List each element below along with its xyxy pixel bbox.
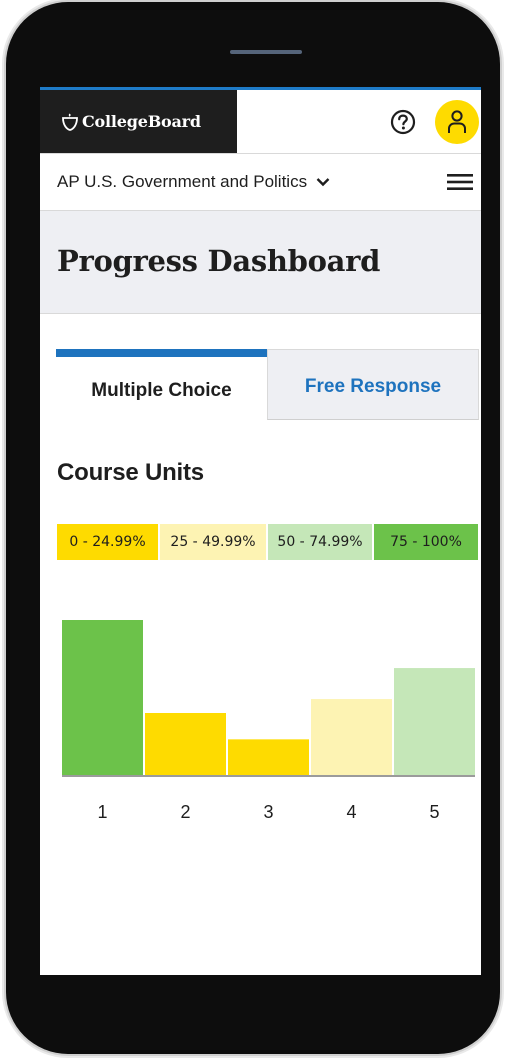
- legend-item-0-25: 0 - 24.99%: [57, 524, 158, 560]
- app-header: CollegeBoard: [40, 87, 481, 153]
- course-units-chart: 1 2 3 4 5: [62, 620, 475, 822]
- legend-item-50-75: 50 - 74.99%: [268, 524, 372, 560]
- brand-name: CollegeBoard: [82, 112, 201, 131]
- x-tick-label-5: 5: [429, 802, 439, 822]
- x-tick-label-2: 2: [180, 802, 190, 822]
- score-legend: 0 - 24.99% 25 - 49.99% 50 - 74.99% 75 - …: [57, 524, 480, 560]
- bar-unit-2[interactable]: [145, 713, 226, 775]
- help-circle-icon: [390, 109, 416, 135]
- phone-speaker: [230, 50, 302, 54]
- account-button[interactable]: [435, 100, 479, 144]
- menu-button[interactable]: [447, 172, 473, 192]
- collegeboard-logo[interactable]: CollegeBoard: [40, 90, 237, 153]
- help-button[interactable]: [389, 108, 417, 136]
- bar-unit-5[interactable]: [394, 668, 475, 775]
- tab-bar: Multiple Choice Free Response: [56, 349, 479, 420]
- chevron-down-icon: [316, 178, 330, 187]
- course-dropdown[interactable]: AP U.S. Government and Politics: [57, 172, 330, 192]
- tab-free-response[interactable]: Free Response: [267, 349, 479, 420]
- course-nav: AP U.S. Government and Politics: [40, 153, 481, 211]
- phone-frame: CollegeBoard AP U.S. Government and Poli…: [6, 2, 500, 1054]
- course-name: AP U.S. Government and Politics: [57, 172, 308, 191]
- x-tick-label-1: 1: [97, 802, 107, 822]
- tab-multiple-choice[interactable]: Multiple Choice: [56, 349, 267, 420]
- app-screen: CollegeBoard AP U.S. Government and Poli…: [40, 87, 481, 975]
- page-header: Progress Dashboard: [40, 211, 481, 314]
- bar-unit-3[interactable]: [228, 739, 309, 775]
- bar-unit-1[interactable]: [62, 620, 143, 775]
- section-title: Course Units: [57, 459, 204, 486]
- hamburger-menu-icon: [447, 174, 473, 190]
- x-tick-label-4: 4: [346, 802, 356, 822]
- page-title: Progress Dashboard: [57, 244, 381, 278]
- user-icon: [448, 110, 466, 133]
- bar-unit-4[interactable]: [311, 699, 392, 775]
- legend-item-75-100: 75 - 100%: [374, 524, 478, 560]
- legend-item-25-50: 25 - 49.99%: [160, 524, 266, 560]
- acorn-icon: [62, 113, 78, 131]
- x-tick-label-3: 3: [263, 802, 273, 822]
